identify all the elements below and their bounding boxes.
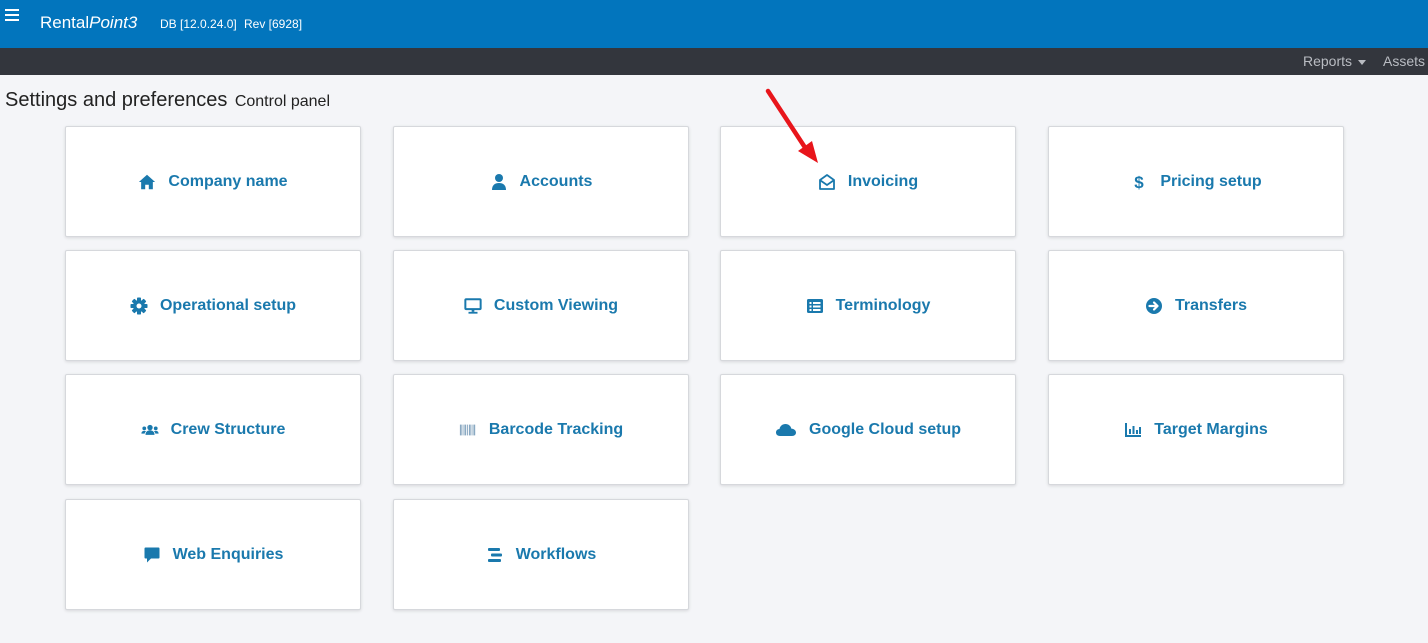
bar-chart-icon (1124, 421, 1142, 439)
tile-label: Target Margins (1154, 420, 1268, 438)
reports-menu-label: Reports (1303, 53, 1353, 69)
tile-terminology[interactable]: Terminology (720, 250, 1016, 361)
tile-invoicing[interactable]: Invoicing (720, 126, 1016, 237)
cloud-icon (775, 421, 797, 439)
revision-number: Rev [6928] (244, 17, 303, 31)
list-alt-icon (806, 297, 824, 315)
tile-target-margins[interactable]: Target Margins (1048, 374, 1344, 485)
secondary-navbar: Reports Assets (0, 48, 1428, 75)
page-heading: Settings and preferences Control panel (5, 89, 330, 112)
tile-label: Google Cloud setup (809, 420, 961, 438)
tile-label: Web Enquiries (172, 545, 284, 563)
monitor-icon (464, 297, 482, 315)
tile-label: Invoicing (847, 172, 919, 190)
envelope-open-icon (818, 173, 836, 191)
reports-menu[interactable]: Reports (1303, 53, 1367, 69)
tile-web-enquiries[interactable]: Web Enquiries (65, 499, 361, 610)
tile-label: Pricing setup (1160, 172, 1262, 190)
page-subtitle: Control panel (234, 93, 330, 110)
home-icon (138, 173, 156, 191)
tile-custom-viewing[interactable]: Custom Viewing (393, 250, 689, 361)
tile-barcode-tracking[interactable]: Barcode Tracking (393, 374, 689, 485)
tile-label: Workflows (515, 545, 597, 563)
top-navbar: RentalPoint3 DB [12.0.24.0] Rev [6928] (0, 0, 1428, 48)
gear-icon (130, 297, 148, 315)
stream-icon (486, 546, 504, 564)
brand-name-italic: Point3 (89, 13, 138, 32)
tile-workflows[interactable]: Workflows (393, 499, 689, 610)
dollar-icon: $ (1130, 173, 1148, 191)
caret-down-icon (1358, 59, 1367, 65)
tile-label: Custom Viewing (493, 296, 619, 314)
page-title: Settings and preferences (5, 89, 228, 111)
app-brand[interactable]: RentalPoint3 (40, 13, 137, 33)
tile-label: Operational setup (159, 296, 297, 314)
db-version: DB [12.0.24.0] (160, 17, 237, 31)
comment-icon (143, 546, 161, 564)
tile-label: Company name (168, 172, 288, 190)
tile-crew-structure[interactable]: Crew Structure (65, 374, 361, 485)
tile-label: Barcode Tracking (488, 420, 624, 438)
tile-pricing-setup[interactable]: $ Pricing setup (1048, 126, 1344, 237)
tile-google-cloud-setup[interactable]: Google Cloud setup (720, 374, 1016, 485)
tile-company-name[interactable]: Company name (65, 126, 361, 237)
users-icon (141, 421, 159, 439)
tile-accounts[interactable]: Accounts (393, 126, 689, 237)
user-icon (490, 173, 508, 191)
tile-label: Transfers (1174, 296, 1248, 314)
tile-operational-setup[interactable]: Operational setup (65, 250, 361, 361)
barcode-icon (459, 421, 477, 439)
tile-label: Crew Structure (170, 420, 286, 438)
tile-label: Accounts (519, 172, 593, 190)
tile-label: Terminology (835, 296, 931, 314)
arrow-circle-right-icon (1145, 297, 1163, 315)
svg-text:$: $ (1135, 173, 1145, 191)
brand-name: Rental (40, 13, 90, 32)
hamburger-icon[interactable] (5, 9, 19, 21)
tile-transfers[interactable]: Transfers (1048, 250, 1344, 361)
assets-menu[interactable]: Assets (1383, 53, 1425, 69)
